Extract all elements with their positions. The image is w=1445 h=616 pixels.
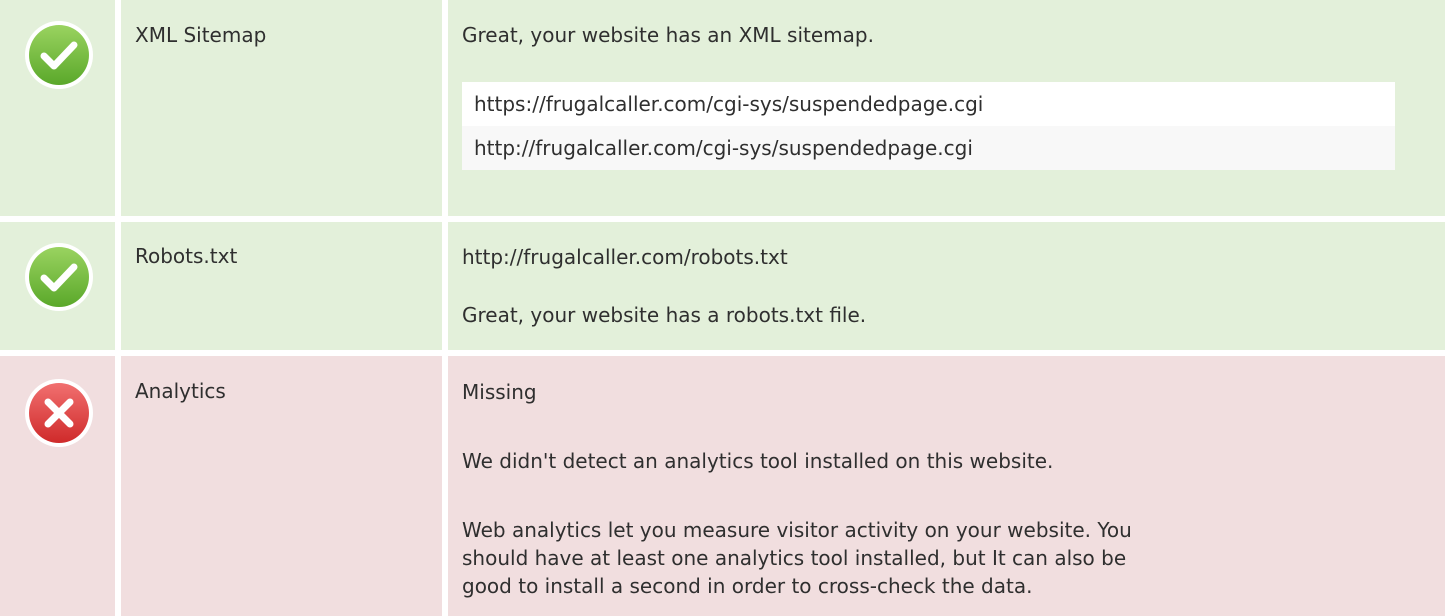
status-state: Missing	[462, 380, 537, 404]
status-cell	[0, 0, 115, 216]
detail-line: good to install a second in order to cro…	[462, 574, 1033, 598]
value-cell: http://frugalcaller.com/robots.txt Great…	[448, 222, 1445, 350]
status-message: Great, your website has a robots.txt fil…	[462, 303, 867, 327]
status-cell	[0, 356, 115, 616]
name-cell: Robots.txt	[121, 222, 442, 350]
sitemap-url-link[interactable]: https://frugalcaller.com/cgi-sys/suspend…	[462, 82, 1395, 126]
check-circle-icon	[25, 21, 93, 89]
row-name: Analytics	[135, 379, 226, 403]
name-cell: XML Sitemap	[121, 0, 442, 216]
robots-row: Robots.txt http://frugalcaller.com/robot…	[0, 222, 1445, 350]
sitemap-row: XML Sitemap Great, your website has an X…	[0, 0, 1445, 216]
check-circle-icon	[25, 243, 93, 311]
value-cell: Missing We didn't detect an analytics to…	[448, 356, 1445, 616]
detail-line: Web analytics let you measure visitor ac…	[462, 518, 1132, 542]
detail-line: should have at least one analytics tool …	[462, 546, 1127, 570]
status-cell	[0, 222, 115, 350]
x-circle-icon	[25, 379, 93, 447]
audit-table: XML Sitemap Great, your website has an X…	[0, 0, 1445, 616]
value-cell: Great, your website has an XML sitemap. …	[448, 0, 1445, 216]
analytics-row: Analytics Missing We didn't detect an an…	[0, 356, 1445, 616]
sitemap-url-link[interactable]: http://frugalcaller.com/cgi-sys/suspende…	[462, 126, 1395, 170]
row-name: XML Sitemap	[135, 23, 267, 47]
status-message: We didn't detect an analytics tool insta…	[462, 449, 1054, 473]
status-message: Great, your website has an XML sitemap.	[462, 23, 874, 47]
name-cell: Analytics	[121, 356, 442, 616]
robots-url-link[interactable]: http://frugalcaller.com/robots.txt	[462, 243, 788, 271]
row-name: Robots.txt	[135, 244, 238, 268]
